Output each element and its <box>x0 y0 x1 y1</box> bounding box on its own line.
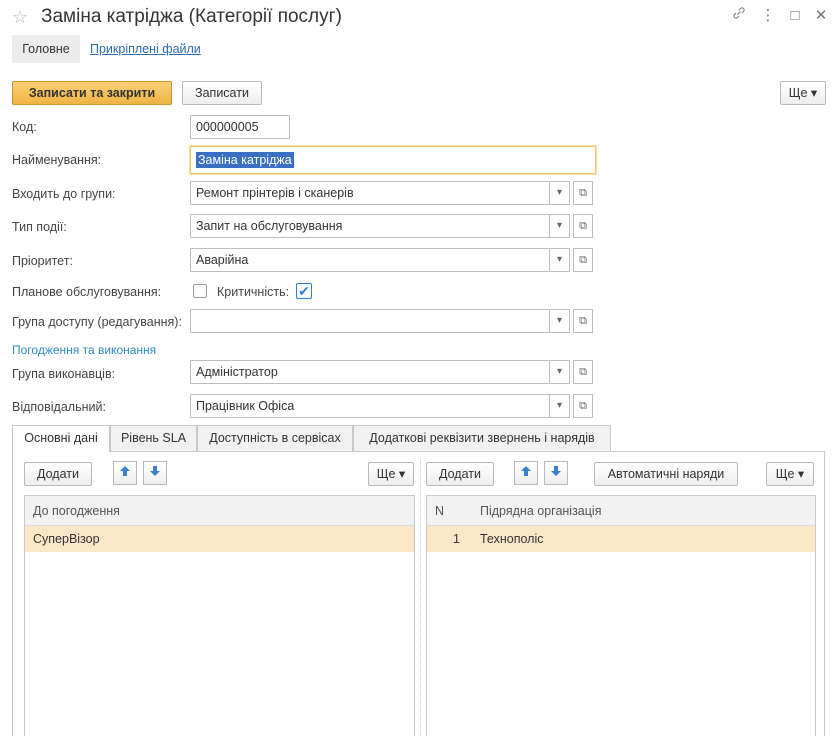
table-row[interactable]: 1 Технополіс <box>427 526 815 552</box>
event-type-label: Тип події: <box>12 220 67 234</box>
access-group-open-icon[interactable]: ⧉ <box>573 309 593 333</box>
priority-dropdown-icon[interactable]: ▾ <box>550 248 570 272</box>
executors-open-icon[interactable]: ⧉ <box>573 360 593 384</box>
right-more-button[interactable]: Ще ▾ <box>766 462 814 486</box>
event-type-open-icon[interactable]: ⧉ <box>573 214 593 238</box>
section-approval-title: Погодження та виконання <box>12 343 157 357</box>
name-label: Найменування: <box>12 153 102 167</box>
group-dropdown-icon[interactable]: ▾ <box>550 181 570 205</box>
approval-table: До погодження СуперВізор <box>24 495 415 736</box>
executors-dropdown-icon[interactable]: ▾ <box>550 360 570 384</box>
group-open-icon[interactable]: ⧉ <box>573 181 593 205</box>
group-field[interactable]: Ремонт прінтерів і сканерів <box>190 181 550 205</box>
nav-tab-main[interactable]: Головне <box>12 35 80 63</box>
responsible-field[interactable]: Працівник Офіса <box>190 394 550 418</box>
left-add-button[interactable]: Додати <box>24 462 92 486</box>
window-title: Заміна катріджа (Категорії послуг) <box>41 6 342 27</box>
approval-column-header[interactable]: До погодження <box>25 496 414 526</box>
critical-checkbox[interactable]: ✔ <box>296 283 312 299</box>
responsible-open-icon[interactable]: ⧉ <box>573 394 593 418</box>
menu-icon[interactable]: ⋮ <box>758 6 778 26</box>
column-n-header[interactable]: N <box>435 496 444 526</box>
code-label: Код: <box>12 120 37 134</box>
tab-sla-level[interactable]: Рівень SLA <box>110 425 197 451</box>
event-type-dropdown-icon[interactable]: ▾ <box>550 214 570 238</box>
link-icon[interactable] <box>729 6 749 26</box>
tab-service-availability[interactable]: Доступність в сервісах <box>197 425 353 451</box>
right-add-button[interactable]: Додати <box>426 462 494 486</box>
access-group-label: Група доступу (редагування): <box>12 315 182 329</box>
right-move-up-icon[interactable] <box>514 461 538 485</box>
name-value: Заміна катріджа <box>196 152 294 168</box>
access-group-field[interactable] <box>190 309 550 333</box>
responsible-dropdown-icon[interactable]: ▾ <box>550 394 570 418</box>
left-more-button[interactable]: Ще ▾ <box>368 462 414 486</box>
critical-label: Критичність: <box>217 285 290 299</box>
priority-label: Пріоритет: <box>12 254 73 268</box>
tab-additional-requisites[interactable]: Додаткові реквізити звернень і нарядів <box>353 425 611 451</box>
maximize-icon[interactable]: □ <box>785 6 805 26</box>
access-group-dropdown-icon[interactable]: ▾ <box>550 309 570 333</box>
right-move-down-icon[interactable] <box>544 461 568 485</box>
nav-tab-attached-files[interactable]: Прикріплені файли <box>90 35 201 63</box>
favorite-star-icon[interactable]: ☆ <box>12 6 28 28</box>
planned-checkbox[interactable] <box>193 284 207 298</box>
tab-main-data[interactable]: Основні дані <box>12 425 110 452</box>
left-move-up-icon[interactable] <box>113 461 137 485</box>
priority-open-icon[interactable]: ⧉ <box>573 248 593 272</box>
code-field[interactable]: 000000005 <box>190 115 290 139</box>
table-row[interactable]: СуперВізор <box>25 526 414 552</box>
save-button[interactable]: Записати <box>182 81 262 105</box>
event-type-field[interactable]: Запит на обслуговування <box>190 214 550 238</box>
save-and-close-button[interactable]: Записати та закрити <box>12 81 172 105</box>
auto-orders-button[interactable]: Автоматичні наряди <box>594 462 738 486</box>
more-button[interactable]: Ще ▾ <box>780 81 826 105</box>
responsible-label: Відповідальний: <box>12 400 106 414</box>
close-icon[interactable]: ✕ <box>811 6 831 26</box>
name-field[interactable]: Заміна катріджа <box>190 146 596 174</box>
priority-field[interactable]: Аварійна <box>190 248 550 272</box>
group-label: Входить до групи: <box>12 187 116 201</box>
planned-label: Планове обслуговування: <box>12 285 162 299</box>
executors-field[interactable]: Адміністратор <box>190 360 550 384</box>
executors-label: Група виконавців: <box>12 367 116 381</box>
column-org-header[interactable]: Підрядна організація <box>480 496 601 526</box>
row-org: Технополіс <box>480 532 544 546</box>
approval-row-value: СуперВізор <box>33 532 100 546</box>
panel-splitter[interactable] <box>420 460 421 736</box>
row-number: 1 <box>453 532 460 546</box>
left-move-down-icon[interactable] <box>143 461 167 485</box>
contractors-table: N Підрядна організація 1 Технополіс <box>426 495 816 736</box>
contractors-table-header: N Підрядна організація <box>427 496 815 526</box>
